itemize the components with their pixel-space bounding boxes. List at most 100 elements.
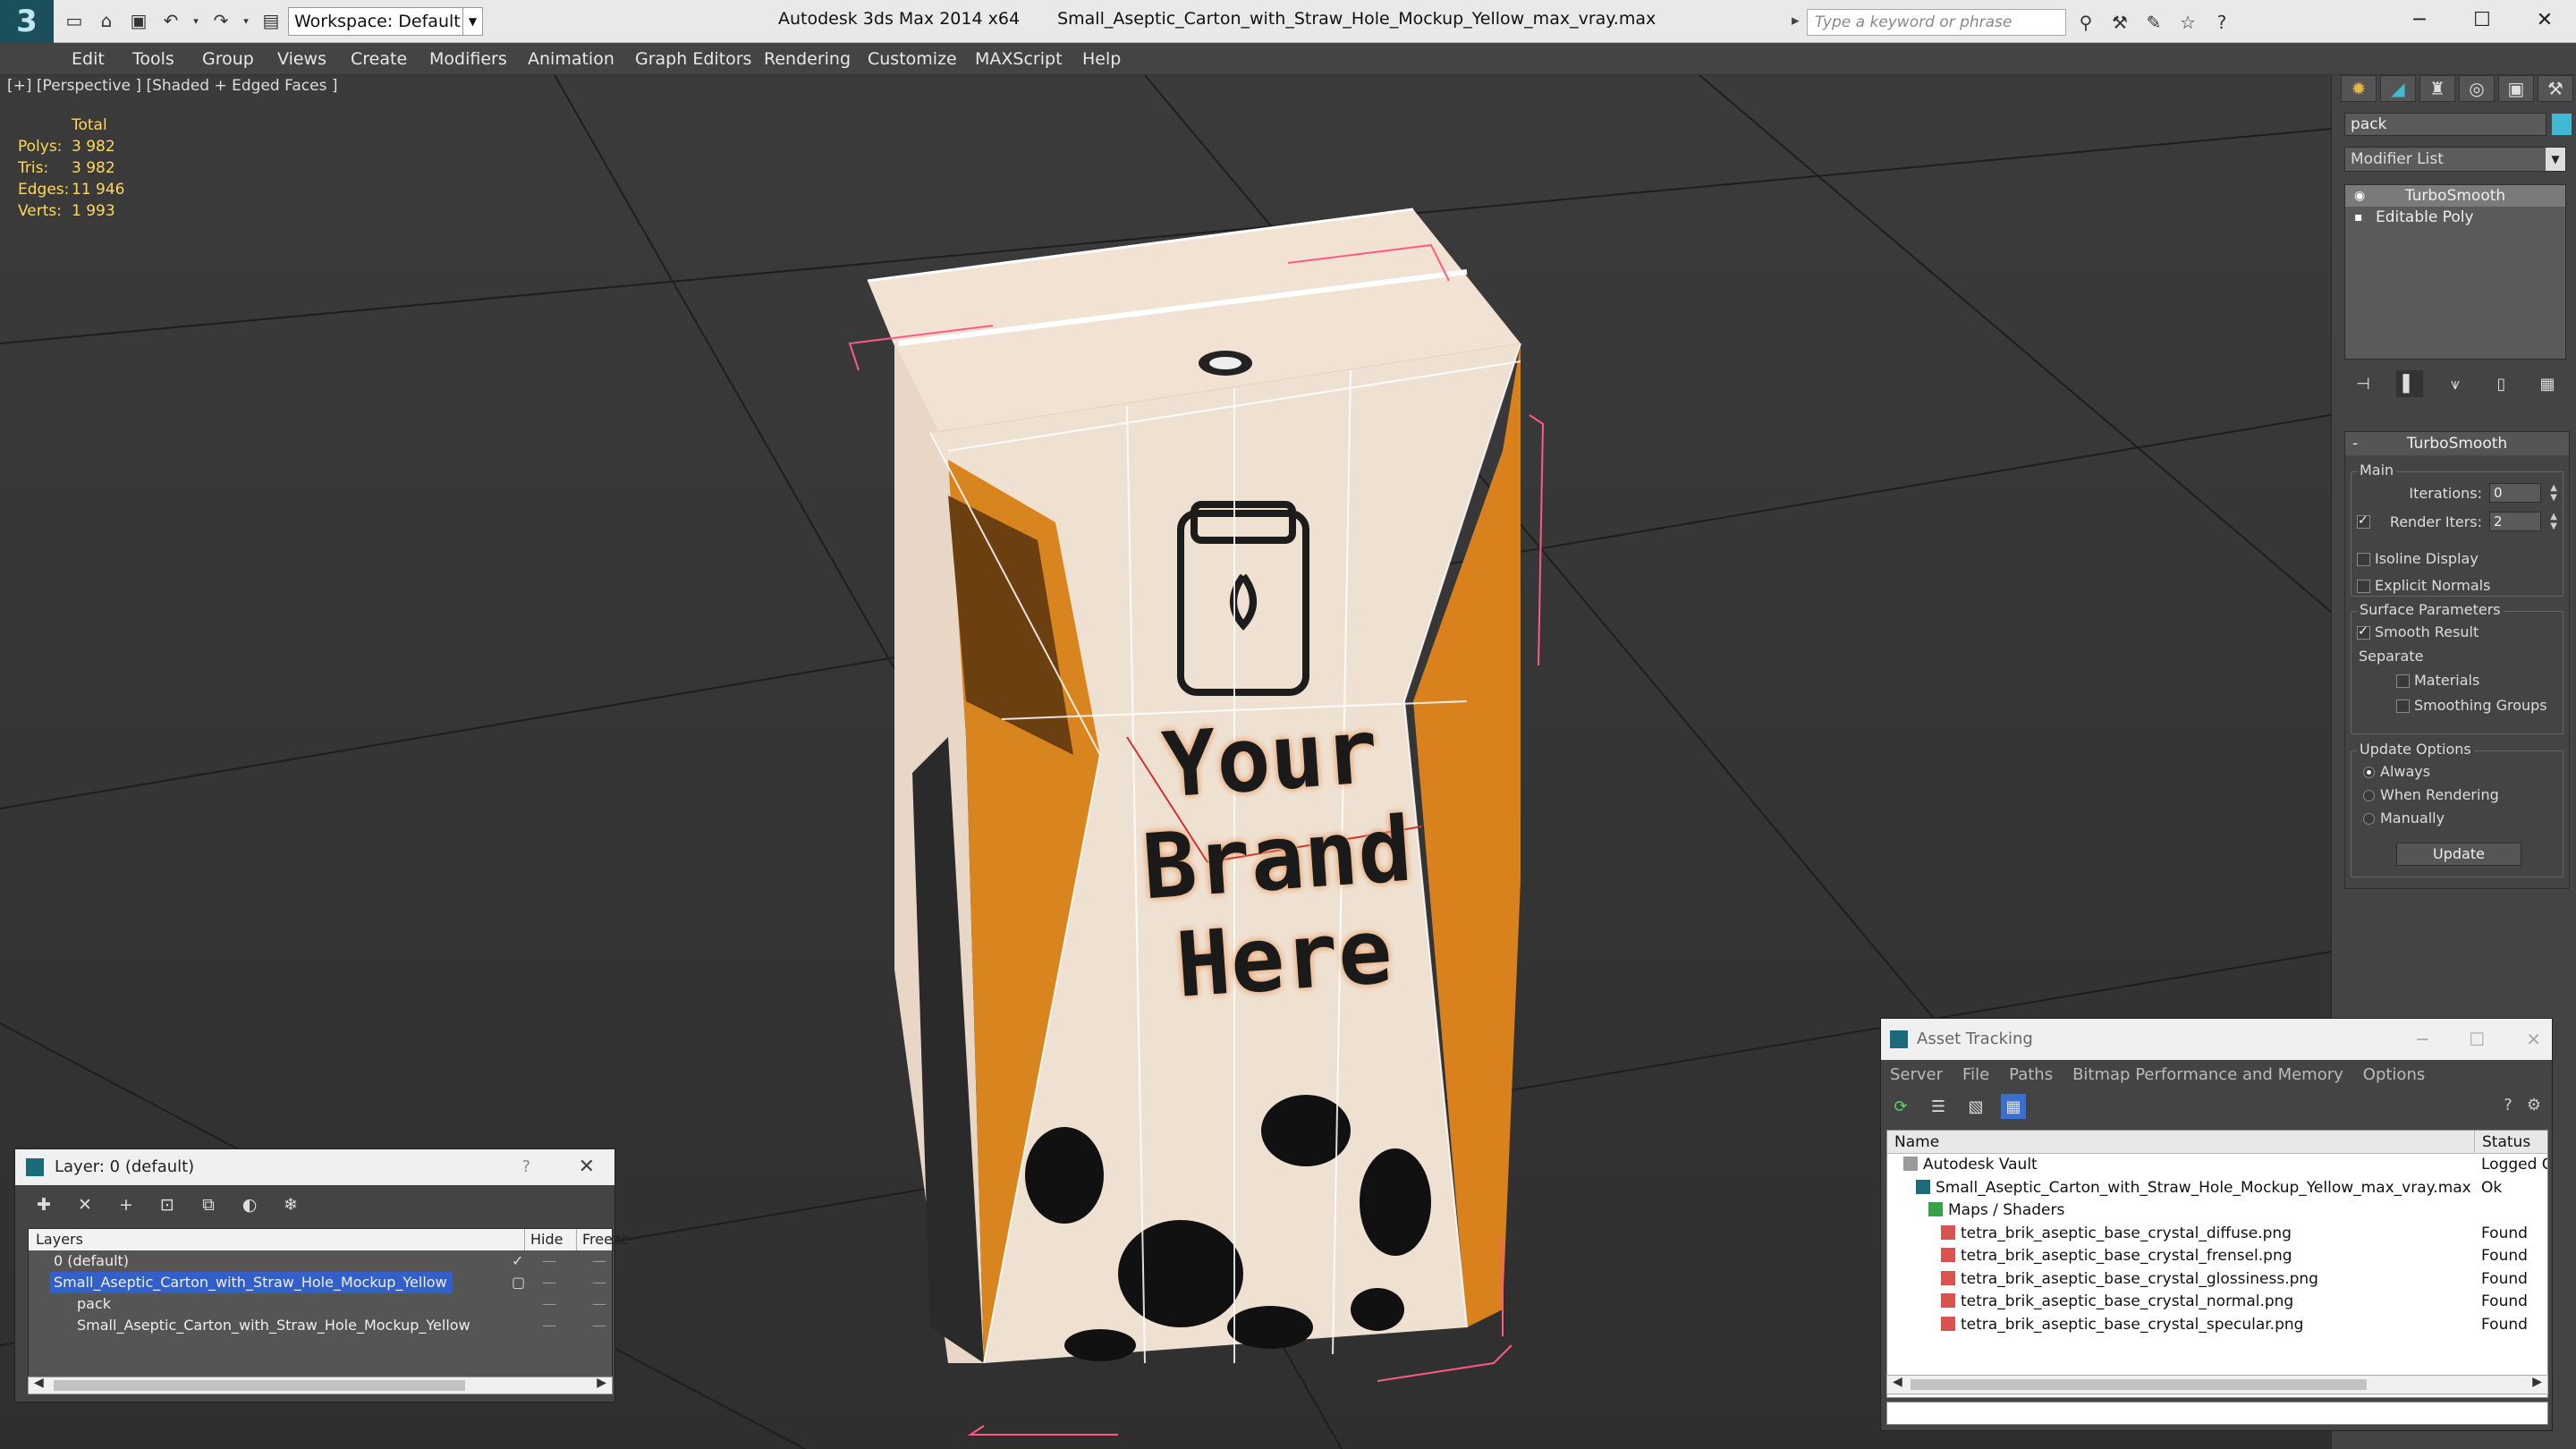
scroll-right-icon[interactable]: ▶ [2532, 1375, 2542, 1389]
scroll-thumb[interactable] [1911, 1379, 2367, 1390]
freeze-toggle[interactable]: — [592, 1315, 606, 1336]
freeze-all-icon[interactable]: ❄ [278, 1192, 303, 1217]
motion-tab-icon[interactable]: ◎ [2459, 75, 2495, 102]
utilities-tab-icon[interactable]: ⚒ [2538, 75, 2573, 102]
scroll-thumb[interactable] [54, 1380, 465, 1391]
hide-column-header[interactable]: Hide [524, 1229, 563, 1250]
asset-row[interactable]: tetra_brik_aseptic_base_crystal_normal.p… [1887, 1291, 2547, 1314]
layers-column-header[interactable]: Layers [36, 1229, 83, 1250]
remove-modifier-icon[interactable]: ▯ [2488, 370, 2515, 397]
create-layer-icon[interactable]: ✚ [31, 1192, 56, 1217]
scroll-right-icon[interactable]: ▶ [597, 1376, 606, 1390]
when-rendering-radio[interactable]: When Rendering [2359, 785, 2499, 805]
menu-animation[interactable]: Animation [528, 43, 614, 75]
redo-icon[interactable]: ↷ [208, 7, 234, 34]
undo-icon[interactable]: ↶ [157, 7, 184, 34]
always-radio[interactable]: Always [2359, 762, 2430, 782]
undo-dropdown-icon[interactable]: ▾ [190, 7, 202, 34]
menu-create[interactable]: Create [351, 43, 407, 75]
asset-row[interactable]: tetra_brik_aseptic_base_crystal_glossine… [1887, 1268, 2547, 1292]
manually-radio[interactable]: Manually [2359, 809, 2445, 828]
create-tab-icon[interactable]: ✹ [2341, 75, 2377, 102]
new-file-icon[interactable]: ▭ [61, 7, 88, 34]
add-to-layer-icon[interactable]: + [114, 1192, 139, 1217]
explicit-normals-checkbox[interactable]: Explicit Normals [2353, 576, 2490, 596]
menu-help[interactable]: Help [1082, 43, 1121, 75]
spinner-arrows-icon[interactable]: ▲ ▼ [2550, 512, 2557, 531]
update-button[interactable]: Update [2396, 843, 2521, 866]
active-layer-checkmark-icon[interactable]: ✓ [512, 1250, 523, 1272]
viewport-label[interactable]: [+] [Perspective ] [Shaded + Edged Faces… [7, 77, 337, 95]
thumbnail-view-icon[interactable]: ▧ [1963, 1094, 1988, 1119]
horizontal-scrollbar[interactable]: ◀ ▶ [28, 1376, 613, 1394]
menu-paths[interactable]: Paths [2009, 1060, 2053, 1090]
highlight-layer-icon[interactable]: ⧉ [196, 1192, 221, 1217]
configure-modifier-sets-icon[interactable]: ▦ [2534, 370, 2561, 397]
select-objects-icon[interactable]: ⊡ [155, 1192, 180, 1217]
minimize-icon[interactable]: ─ [2417, 1019, 2428, 1060]
maximize-icon[interactable]: ☐ [2451, 0, 2513, 39]
search-input[interactable]: Type a keyword or phrase [1792, 9, 2066, 36]
display-tab-icon[interactable]: ▣ [2498, 75, 2534, 102]
rollout-header[interactable]: - TurboSmooth [2345, 432, 2569, 455]
lightbulb-icon[interactable]: ◉ [2354, 185, 2365, 207]
delete-layer-icon[interactable]: ✕ [72, 1192, 97, 1217]
modify-tab-icon[interactable]: ◢ [2380, 75, 2416, 102]
hide-toggle[interactable]: — [542, 1250, 556, 1272]
close-icon[interactable]: ✕ [579, 1149, 595, 1185]
hide-toggle[interactable]: — [542, 1272, 556, 1293]
refresh-icon[interactable]: ⟳ [1888, 1094, 1913, 1119]
save-file-icon[interactable]: ▣ [125, 7, 152, 34]
menu-options[interactable]: Options [2363, 1060, 2425, 1090]
layer-row[interactable]: Small_Aseptic_Carton_with_Straw_Hole_Moc… [29, 1272, 612, 1293]
hide-all-icon[interactable]: ◐ [237, 1192, 262, 1217]
help-icon[interactable]: ? [2504, 1096, 2512, 1114]
stack-item-turbosmooth[interactable]: ◉ TurboSmooth [2345, 185, 2565, 207]
help-icon[interactable]: ? [2209, 9, 2234, 36]
menu-modifiers[interactable]: Modifiers [429, 43, 507, 75]
asset-path-field[interactable] [1886, 1402, 2548, 1425]
freeze-toggle[interactable]: — [592, 1272, 606, 1293]
menu-bitmap-performance[interactable]: Bitmap Performance and Memory [2072, 1060, 2343, 1090]
smooth-result-checkbox[interactable]: Smooth Result [2353, 622, 2479, 642]
menu-rendering[interactable]: Rendering [764, 43, 851, 75]
menu-server[interactable]: Server [1890, 1060, 1943, 1090]
freeze-toggle[interactable]: — [592, 1293, 606, 1315]
layer-row[interactable]: pack — — [29, 1293, 612, 1315]
scroll-left-icon[interactable]: ◀ [34, 1376, 44, 1390]
layer-checkbox[interactable]: ▢ [512, 1272, 525, 1293]
scroll-left-icon[interactable]: ◀ [1893, 1375, 1902, 1389]
pin-stack-icon[interactable]: ⊣ [2350, 370, 2377, 397]
hide-toggle[interactable]: — [542, 1293, 556, 1315]
asset-row[interactable]: tetra_brik_aseptic_base_crystal_diffuse.… [1887, 1223, 2547, 1246]
redo-dropdown-icon[interactable]: ▾ [240, 7, 252, 34]
list-view-icon[interactable]: ☰ [1926, 1094, 1951, 1119]
layer-row[interactable]: Small_Aseptic_Carton_with_Straw_Hole_Moc… [29, 1315, 612, 1336]
hide-toggle[interactable]: — [542, 1315, 556, 1336]
open-file-icon[interactable]: ⌂ [93, 7, 120, 34]
layer-row[interactable]: 0 (default) ✓ — — [29, 1250, 612, 1272]
status-column-header[interactable]: Status [2474, 1131, 2530, 1154]
iterations-spinner[interactable]: 0 [2489, 483, 2541, 503]
subscription-icon[interactable]: ⚒ [2107, 9, 2132, 36]
menu-tools[interactable]: Tools [132, 43, 174, 75]
menu-views[interactable]: Views [277, 43, 326, 75]
maximize-icon[interactable]: ☐ [2469, 1019, 2485, 1060]
workspace-dropdown[interactable]: Workspace: Default ▼ [288, 7, 483, 36]
hierarchy-tab-icon[interactable]: ♜ [2419, 75, 2455, 102]
table-view-icon[interactable]: ▦ [2001, 1094, 2026, 1119]
close-icon[interactable]: ✕ [2513, 0, 2576, 39]
render-iters-spinner[interactable]: 2 [2489, 512, 2541, 531]
favorites-star-icon[interactable]: ☆ [2175, 9, 2200, 36]
app-menu-button[interactable]: 3 [0, 0, 54, 43]
show-end-result-icon[interactable]: ▌ [2395, 370, 2423, 397]
name-column-header[interactable]: Name [1894, 1131, 1939, 1154]
close-icon[interactable]: ✕ [2526, 1019, 2541, 1060]
make-unique-icon[interactable]: ⩛ [2442, 370, 2469, 397]
menu-edit[interactable]: Edit [72, 43, 105, 75]
settings-icon[interactable]: ⚙ [2527, 1096, 2541, 1114]
asset-row[interactable]: Maps / Shaders [1887, 1199, 2547, 1223]
expand-plus-icon[interactable]: ▪ [2354, 207, 2363, 228]
asset-row[interactable]: Small_Aseptic_Carton_with_Straw_Hole_Moc… [1887, 1177, 2547, 1200]
object-color-swatch[interactable] [2552, 114, 2572, 135]
